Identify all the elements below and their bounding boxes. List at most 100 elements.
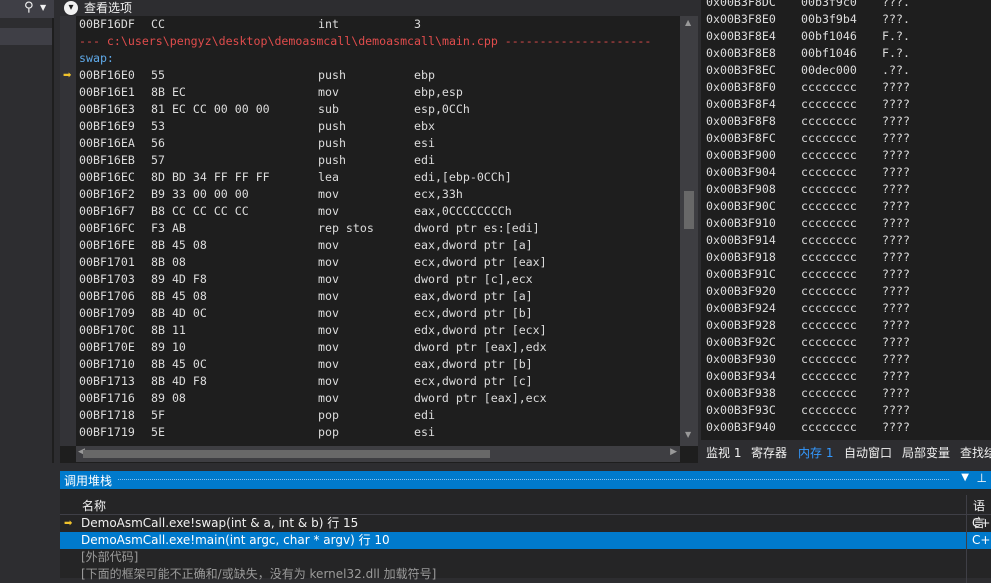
- view-options-toggle-icon[interactable]: ▾: [64, 1, 78, 15]
- column-divider[interactable]: [966, 495, 967, 514]
- disassembly-line[interactable]: 00BF1706 8B 45 08 mov eax,dword ptr [a]: [79, 288, 679, 305]
- vertical-scrollbar[interactable]: ▲ ▼: [680, 16, 698, 446]
- memory-chars: ????: [882, 148, 910, 162]
- disassembly-line[interactable]: 00BF1716 89 08 mov dword ptr [eax],ecx: [79, 390, 679, 407]
- memory-row[interactable]: 0x00B3F910 cccccccc????: [701, 215, 991, 232]
- memory-address: 0x00B3F8DC: [706, 0, 776, 9]
- disassembly-line[interactable]: 00BF16FC F3 AB rep stos dword ptr es:[edi]: [79, 220, 679, 237]
- column-name-header[interactable]: 名称: [82, 497, 106, 514]
- disassembly-line[interactable]: 00BF1709 8B 4D 0C mov ecx,dword ptr [b]: [79, 305, 679, 322]
- memory-value: cccccccc: [801, 97, 857, 111]
- memory-row[interactable]: 0x00B3F92C cccccccc????: [701, 334, 991, 351]
- search-box[interactable]: ⚲ ▼: [0, 0, 54, 18]
- memory-row[interactable]: 0x00B3F908 cccccccc????: [701, 181, 991, 198]
- instruction-bytes: 53: [151, 119, 165, 133]
- disassembly-line[interactable]: 00BF16F7 B8 CC CC CC CC mov eax,0CCCCCCCCh: [79, 203, 679, 220]
- instruction-mnemonic: mov: [318, 85, 339, 99]
- tab-4[interactable]: 自动窗口: [844, 444, 892, 461]
- disassembly-line[interactable]: 00BF1703 89 4D F8 mov dword ptr [c],ecx: [79, 271, 679, 288]
- memory-row[interactable]: 0x00B3F924 cccccccc????: [701, 300, 991, 317]
- memory-row[interactable]: 0x00B3F90C cccccccc????: [701, 198, 991, 215]
- disassembly-line[interactable]: 00BF1718 5F pop edi: [79, 407, 679, 424]
- disassembly-line[interactable]: 00BF1719 5E pop esi: [79, 424, 679, 441]
- memory-row[interactable]: 0x00B3F8DC 00b3f9c0???.: [701, 0, 991, 11]
- call-stack-row[interactable]: [下面的框架可能不正确和/或缺失，没有为 kernel32.dll 加载符号]: [60, 566, 991, 583]
- memory-row[interactable]: 0x00B3F930 cccccccc????: [701, 351, 991, 368]
- memory-address: 0x00B3F910: [706, 216, 776, 230]
- disassembly-line[interactable]: 00BF170C 8B 11 mov edx,dword ptr [ecx]: [79, 322, 679, 339]
- disassembly-line[interactable]: 00BF16E0 55 push ebp: [79, 67, 679, 84]
- memory-row[interactable]: 0x00B3F8E4 00bf1046 F.?.: [701, 28, 991, 45]
- memory-address: 0x00B3F940: [706, 420, 776, 434]
- window-menu-chevron-icon[interactable]: ▼: [961, 472, 969, 483]
- disassembly-line[interactable]: 00BF16FE 8B 45 08 mov eax,dword ptr [a]: [79, 237, 679, 254]
- memory-row[interactable]: 0x00B3F93C cccccccc????: [701, 402, 991, 419]
- disassembly-code[interactable]: 00BF16DF CC int 3 --- c:\users\pengyz\deskto…: [79, 16, 679, 444]
- memory-row[interactable]: 0x00B3F940 cccccccc????: [701, 419, 991, 436]
- tab-5[interactable]: 局部变量: [902, 444, 950, 461]
- instruction-bytes: 89 08: [151, 391, 186, 405]
- memory-address: 0x00B3F8EC: [706, 63, 776, 77]
- scroll-down-icon[interactable]: ▼: [685, 430, 691, 439]
- disassembly-line[interactable]: 00BF1701 8B 08 mov ecx,dword ptr [eax]: [79, 254, 679, 271]
- memory-row[interactable]: 0x00B3F91C cccccccc????: [701, 266, 991, 283]
- memory-row[interactable]: 0x00B3F8FC cccccccc????: [701, 130, 991, 147]
- memory-row[interactable]: 0x00B3F900 cccccccc????: [701, 147, 991, 164]
- tab-3[interactable]: 内存 1: [798, 444, 833, 461]
- memory-row[interactable]: 0x00B3F8EC 00dec000.??.: [701, 62, 991, 79]
- view-options-label[interactable]: 查看选项: [84, 0, 132, 16]
- memory-row[interactable]: 0x00B3F8F4 cccccccc????: [701, 96, 991, 113]
- memory-row[interactable]: 0x00B3F928 cccccccc????: [701, 317, 991, 334]
- memory-row[interactable]: 0x00B3F904 cccccccc????: [701, 164, 991, 181]
- hscroll-thumb[interactable]: [83, 450, 490, 458]
- memory-row[interactable]: 0x00B3F8F0 cccccccc????: [701, 79, 991, 96]
- disassembly-line[interactable]: 00BF16E9 53 push ebx: [79, 118, 679, 135]
- call-stack-column-header: 名称 语言: [60, 495, 991, 530]
- instruction-address: 00BF16F2: [79, 187, 135, 201]
- call-stack-row[interactable]: [外部代码]: [60, 549, 991, 566]
- disassembly-line[interactable]: 00BF170E 89 10 mov dword ptr [eax],edx: [79, 339, 679, 356]
- search-icon[interactable]: ⚲: [24, 0, 34, 15]
- disassembly-line[interactable]: 00BF16EC 8D BD 34 FF FF FF lea edi,[ebp-0CC…: [79, 169, 679, 186]
- horizontal-scrollbar[interactable]: ◀ ▶: [76, 446, 680, 462]
- tab-6[interactable]: 查找结: [960, 444, 991, 461]
- instruction-operands: ebp: [414, 68, 435, 82]
- memory-chars: ????: [882, 97, 910, 111]
- memory-row[interactable]: 0x00B3F8F8 cccccccc????: [701, 113, 991, 130]
- disassembly-line[interactable]: 00BF16DF CC int 3: [79, 16, 679, 33]
- memory-address: 0x00B3F92C: [706, 335, 776, 349]
- tab-1[interactable]: 监视 1: [706, 444, 741, 461]
- memory-row[interactable]: 0x00B3F918 cccccccc????: [701, 249, 991, 266]
- memory-address: 0x00B3F918: [706, 250, 776, 264]
- scroll-right-icon[interactable]: ▶: [670, 447, 677, 457]
- scroll-up-icon[interactable]: ▲: [685, 18, 691, 27]
- memory-value: cccccccc: [801, 369, 857, 383]
- instruction-operands: ecx,dword ptr [b]: [414, 306, 533, 320]
- instruction-mnemonic: push: [318, 136, 346, 150]
- chevron-down-icon[interactable]: ▼: [40, 3, 46, 12]
- disassembly-line[interactable]: 00BF16E3 81 EC CC 00 00 00 sub esp,0CCh: [79, 101, 679, 118]
- call-stack-row[interactable]: DemoAsmCall.exe!main(int argc, char * ar…: [60, 532, 991, 549]
- memory-value: cccccccc: [801, 216, 857, 230]
- scroll-thumb[interactable]: [684, 191, 694, 229]
- disassembly-line[interactable]: 00BF16EB 57 push edi: [79, 152, 679, 169]
- disassembly-line[interactable]: 00BF16E1 8B EC mov ebp,esp: [79, 84, 679, 101]
- memory-row[interactable]: 0x00B3F920 cccccccc????: [701, 283, 991, 300]
- tab-2[interactable]: 寄存器: [751, 444, 787, 461]
- disassembly-line[interactable]: 00BF16F2 B9 33 00 00 00 mov ecx,33h: [79, 186, 679, 203]
- call-stack-title-bar[interactable]: 调用堆栈 ▼ ⊥: [60, 471, 991, 489]
- pin-icon[interactable]: ⊥: [977, 471, 987, 485]
- memory-row[interactable]: 0x00B3F934 cccccccc????: [701, 368, 991, 385]
- memory-row[interactable]: 0x00B3F8E8 00bf1046 F.?.: [701, 45, 991, 62]
- view-options-bar[interactable]: ▾ 查看选项: [60, 0, 698, 16]
- memory-row[interactable]: 0x00B3F8E0 00b3f9b4???.: [701, 11, 991, 28]
- disassembly-line[interactable]: 00BF1710 8B 45 0C mov eax,dword ptr [b]: [79, 356, 679, 373]
- memory-row[interactable]: 0x00B3F938 cccccccc????: [701, 385, 991, 402]
- memory-row[interactable]: 0x00B3F914 cccccccc????: [701, 232, 991, 249]
- disassembly-line[interactable]: 00BF1713 8B 4D F8 mov ecx,dword ptr [c]: [79, 373, 679, 390]
- memory-value: cccccccc: [801, 165, 857, 179]
- memory-window[interactable]: 0x00B3F8DC 00b3f9c0???. 0x00B3F8E0 00b3f9b4…: [701, 0, 991, 440]
- disassembly-line[interactable]: 00BF16EA 56 push esi: [79, 135, 679, 152]
- call-stack-row[interactable]: ➡ DemoAsmCall.exe!swap(int & a, int & b) …: [60, 515, 991, 532]
- instruction-mnemonic: push: [318, 153, 346, 167]
